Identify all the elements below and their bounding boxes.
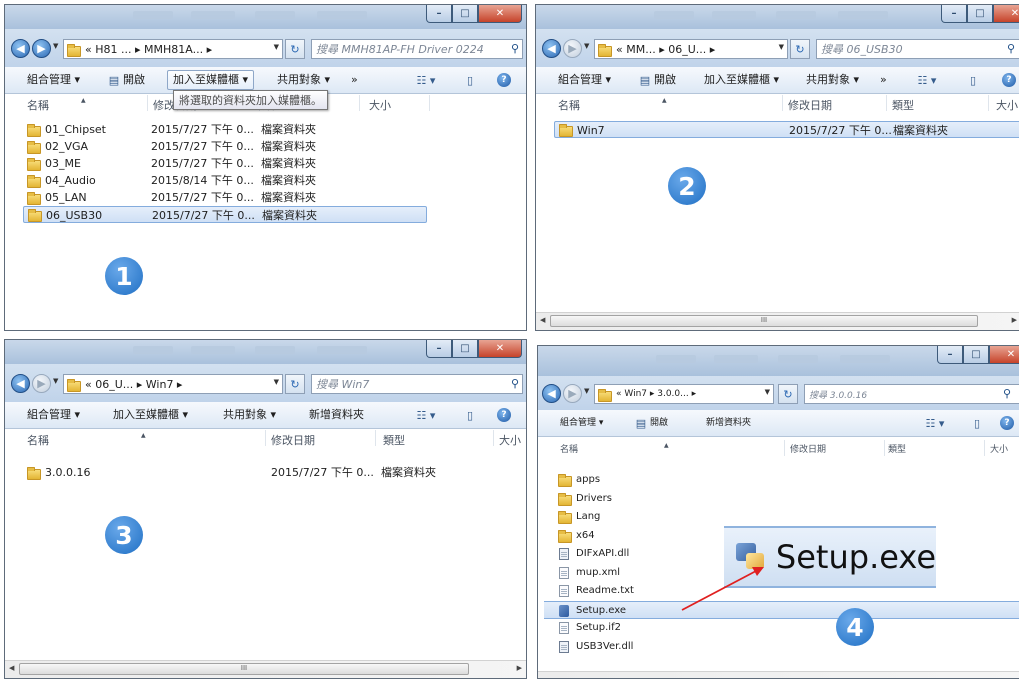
pointer-arrow [681,567,764,611]
step-badge: 4 [836,608,874,646]
